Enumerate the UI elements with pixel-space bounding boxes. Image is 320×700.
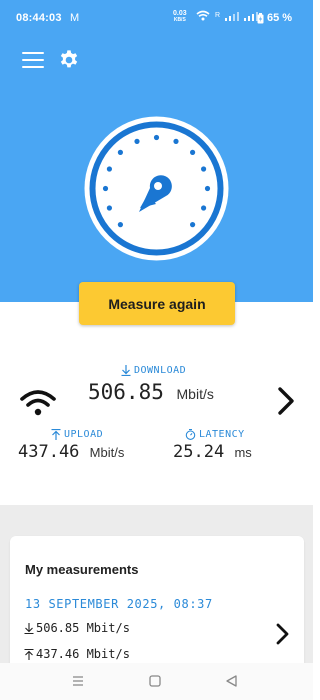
dial-tick bbox=[117, 222, 123, 228]
download-arrow-icon bbox=[24, 622, 34, 634]
measurements-title: My measurements bbox=[25, 562, 139, 577]
wifi-icon bbox=[20, 390, 56, 416]
upload-arrow-icon bbox=[51, 429, 61, 440]
dial-tick bbox=[204, 185, 211, 192]
chevron-right-icon[interactable] bbox=[272, 385, 300, 417]
dial-tick bbox=[117, 149, 123, 155]
upload-value: 437.46 Mbit/s bbox=[18, 442, 124, 462]
system-nav-bar bbox=[0, 663, 313, 700]
gmail-icon: M bbox=[70, 12, 80, 24]
status-icons: R bbox=[196, 10, 259, 21]
dial-tick bbox=[134, 138, 140, 144]
home-icon[interactable] bbox=[145, 672, 165, 690]
latency-label: LATENCY bbox=[185, 429, 245, 440]
upload-unit: Mbit/s bbox=[89, 445, 125, 460]
download-arrow-icon bbox=[121, 365, 131, 376]
dial-tick bbox=[153, 134, 160, 141]
measurement-upload: 437.46 Mbit/s bbox=[24, 647, 130, 661]
download-unit: Mbit/s bbox=[176, 386, 214, 402]
latency-label-text: LATENCY bbox=[199, 429, 245, 440]
signal-icon bbox=[225, 11, 240, 21]
back-icon[interactable] bbox=[222, 672, 242, 690]
battery-status: 65 % bbox=[257, 12, 292, 24]
upload-label-text: UPLOAD bbox=[64, 429, 104, 440]
download-number: 506.85 bbox=[88, 380, 164, 404]
speedometer-icon bbox=[84, 116, 229, 261]
wifi-status-icon bbox=[196, 10, 210, 21]
latency-number: 25.24 bbox=[173, 442, 225, 462]
dial-tick bbox=[106, 166, 112, 172]
download-label-text: DOWNLOAD bbox=[134, 365, 187, 376]
stopwatch-icon bbox=[185, 429, 196, 440]
network-speed-unit: KB/S bbox=[173, 17, 186, 23]
status-bar: 08:44:03 M 0.03 KB/S R 65 % bbox=[0, 0, 313, 34]
download-label: DOWNLOAD bbox=[121, 365, 186, 376]
measurement-date: 13 SEPTEMBER 2025, 08:37 bbox=[25, 597, 213, 611]
dial-tick bbox=[201, 205, 207, 211]
status-time: 08:44:03 bbox=[16, 12, 62, 24]
latency-unit: ms bbox=[234, 445, 252, 460]
dial-tick bbox=[190, 149, 196, 155]
recent-apps-icon[interactable] bbox=[68, 672, 88, 690]
upload-arrow-icon bbox=[24, 648, 34, 660]
menu-icon[interactable] bbox=[22, 52, 44, 68]
upload-number: 437.46 bbox=[18, 442, 80, 462]
gear-icon[interactable] bbox=[58, 49, 80, 71]
measurement-upload-text: 437.46 Mbit/s bbox=[36, 647, 130, 661]
measurements-card[interactable]: My measurements 13 SEPTEMBER 2025, 08:37… bbox=[10, 536, 304, 676]
latency-value: 25.24 ms bbox=[173, 442, 252, 462]
network-speed-value: 0.03 bbox=[173, 10, 187, 17]
measurement-download: 506.85 Mbit/s bbox=[24, 621, 130, 635]
dial-tick bbox=[190, 222, 196, 228]
chevron-right-icon[interactable] bbox=[272, 622, 292, 646]
measurement-download-text: 506.85 Mbit/s bbox=[36, 621, 130, 635]
measure-again-button[interactable]: Measure again bbox=[79, 282, 235, 325]
dial-tick bbox=[106, 205, 112, 211]
dial-tick bbox=[201, 166, 207, 172]
download-value: 506.85 Mbit/s bbox=[88, 380, 214, 404]
battery-icon bbox=[257, 12, 264, 23]
network-speed: 0.03 KB/S bbox=[173, 10, 187, 24]
roaming-indicator: R bbox=[215, 12, 221, 19]
battery-percent: 65 % bbox=[267, 12, 293, 24]
dial-tick bbox=[102, 185, 109, 192]
signal-icon-2 bbox=[244, 11, 259, 21]
upload-label: UPLOAD bbox=[51, 429, 103, 440]
dial-tick bbox=[173, 138, 179, 144]
